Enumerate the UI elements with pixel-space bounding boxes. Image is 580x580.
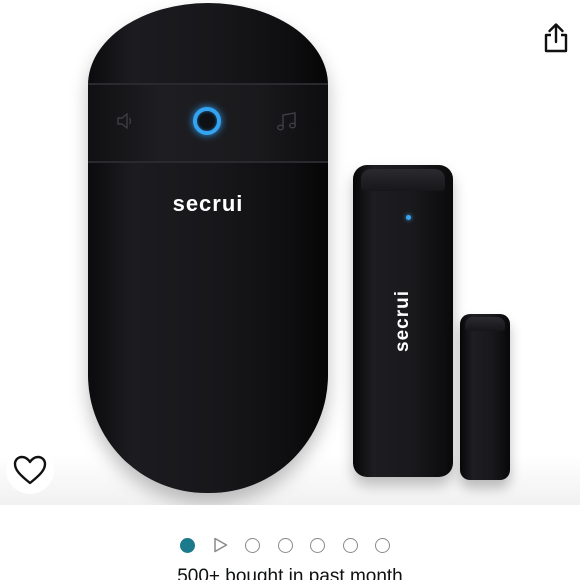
hub-led-ring <box>193 107 221 135</box>
carousel-dot[interactable] <box>245 537 260 553</box>
purchase-count-text: 500+ bought in past month <box>177 566 403 580</box>
product-image[interactable]: secrui secrui <box>0 0 580 505</box>
sensor-brand-logo: secrui <box>392 290 413 352</box>
carousel-dot-active[interactable] <box>180 537 195 553</box>
play-icon <box>213 537 227 553</box>
sensor-top-bevel <box>361 169 445 191</box>
favorite-button[interactable] <box>6 446 54 494</box>
volume-icon <box>117 113 132 129</box>
carousel-dot[interactable] <box>310 537 325 553</box>
share-icon <box>544 23 568 53</box>
image-carousel-indicator <box>180 534 408 556</box>
music-note-icon <box>276 112 297 131</box>
doorbell-receiver-hub: secrui <box>88 3 328 493</box>
carousel-dot[interactable] <box>277 537 293 553</box>
door-sensor: secrui <box>353 165 453 477</box>
sensor-led <box>406 215 411 220</box>
heart-icon <box>13 455 47 485</box>
hub-brand-logo: secrui <box>172 191 244 216</box>
carousel-dot[interactable] <box>375 537 390 553</box>
carousel-dot[interactable] <box>342 537 358 553</box>
hub-seam-bottom <box>88 161 328 163</box>
magnet-top-bevel <box>465 317 505 331</box>
door-magnet <box>460 314 510 480</box>
share-button[interactable] <box>538 20 574 56</box>
carousel-dot-video[interactable] <box>213 537 228 553</box>
